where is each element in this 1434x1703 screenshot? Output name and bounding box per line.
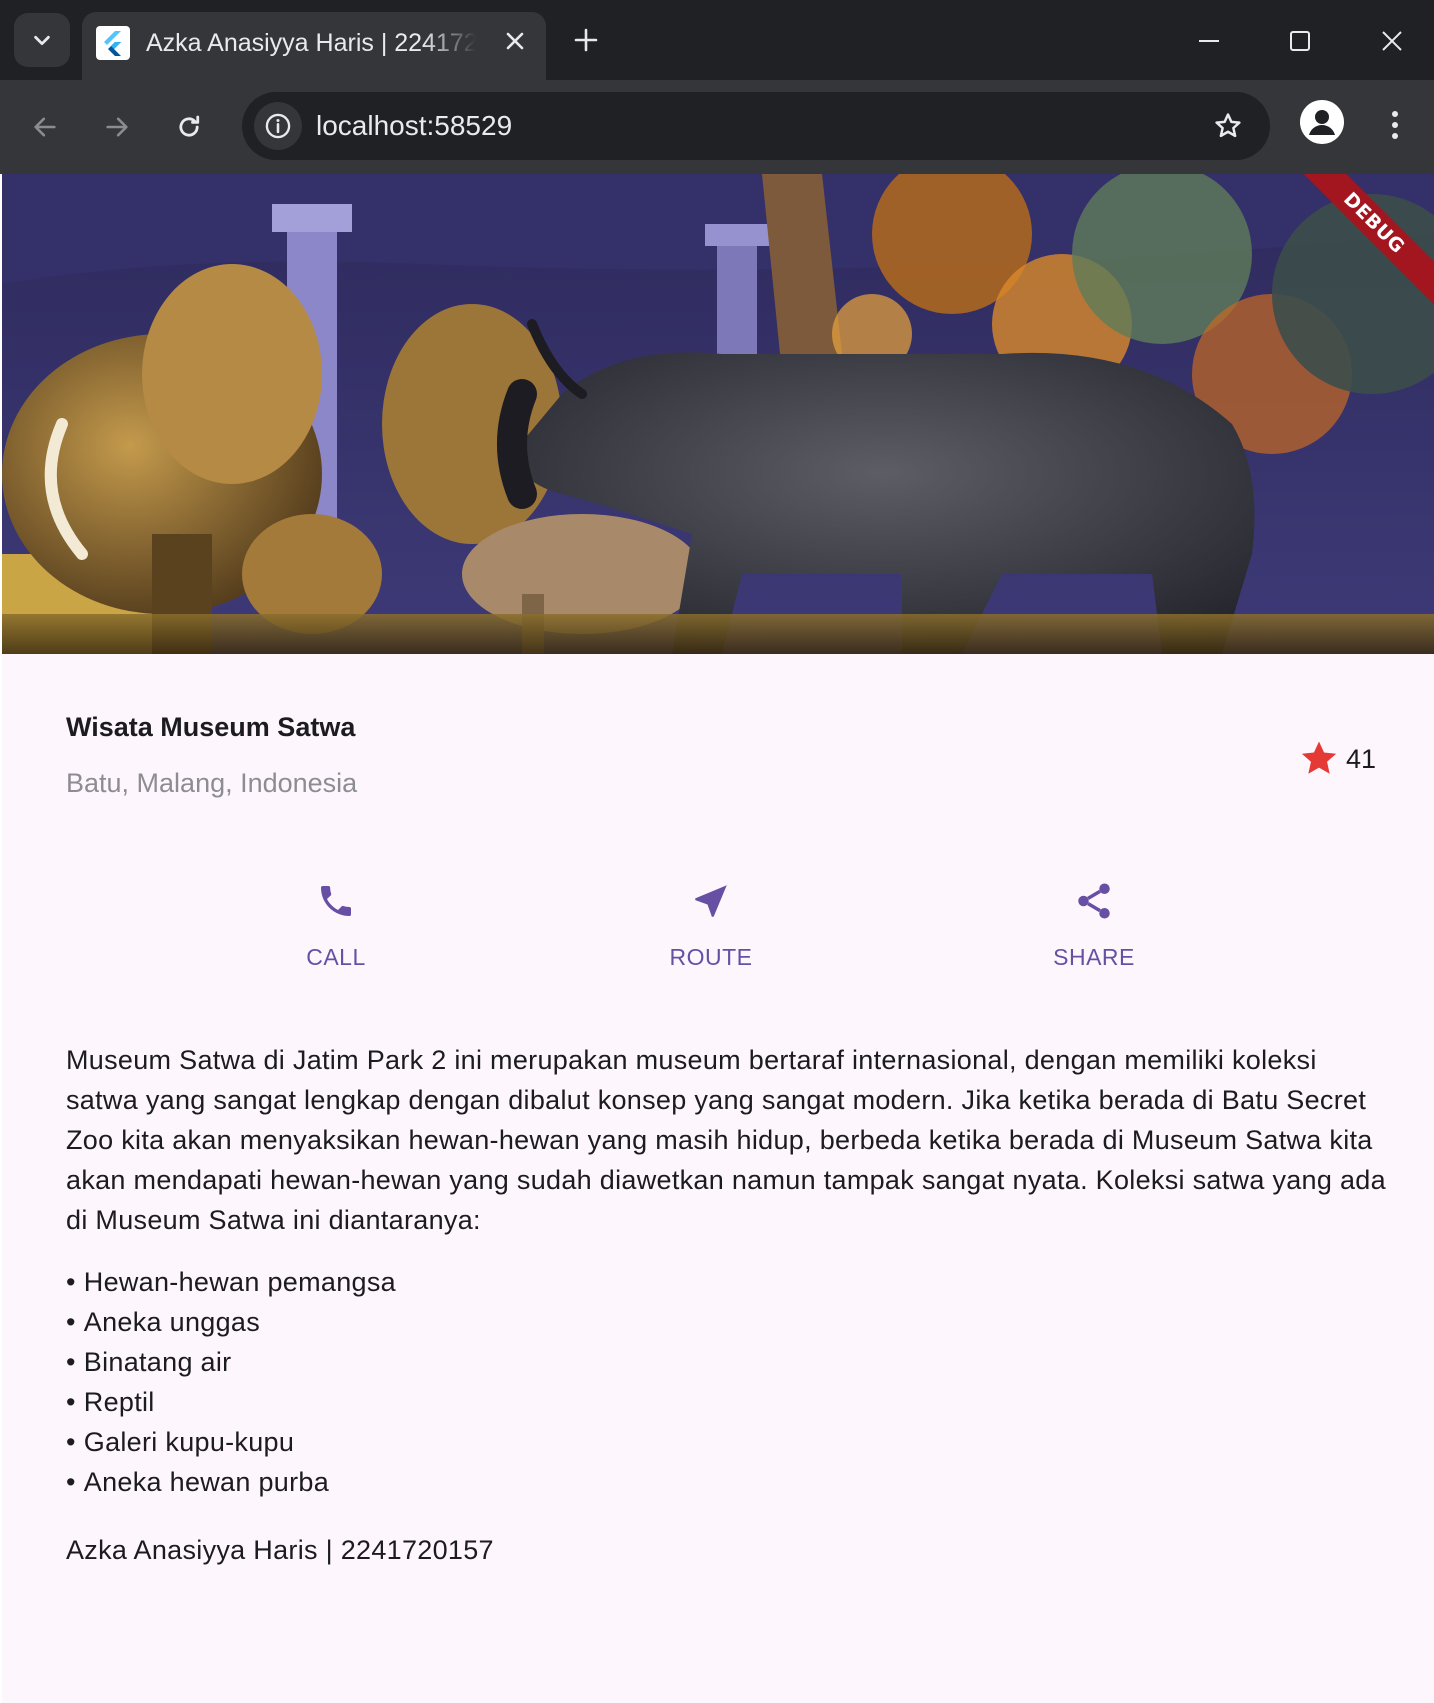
share-label: SHARE (1053, 944, 1135, 970)
close-icon (506, 32, 524, 50)
share-icon (1071, 878, 1117, 924)
route-label: ROUTE (669, 944, 753, 970)
place-location: Batu, Malang, Indonesia (66, 768, 358, 798)
profile-button[interactable] (1300, 100, 1344, 144)
maximize-icon (1290, 31, 1310, 51)
route-button[interactable]: ROUTE (611, 874, 811, 984)
back-button[interactable] (20, 102, 70, 152)
close-icon (1382, 31, 1402, 51)
navigation-icon (688, 878, 734, 924)
collection-list: Hewan-hewan pemangsa Aneka unggas Binata… (66, 1262, 1066, 1502)
description-text: Museum Satwa di Jatim Park 2 ini merupak… (66, 1045, 1386, 1235)
place-title: Wisata Museum Satwa (66, 712, 356, 742)
minimize-button[interactable] (1186, 18, 1232, 64)
app-page: DEBUG Wisata Museum Satwa Batu, Malang, … (2, 174, 1434, 1703)
share-button[interactable]: SHARE (994, 874, 1194, 984)
list-item: Binatang air (66, 1342, 1066, 1382)
star-icon (1301, 741, 1337, 774)
tab-strip: Azka Anasiyya Haris | 2241720157 (0, 0, 1434, 80)
rating: 41 (1298, 738, 1376, 780)
rating-count: 41 (1345, 743, 1376, 774)
list-item: Aneka hewan purba (66, 1462, 1066, 1502)
reload-button[interactable] (164, 102, 214, 152)
bookmark-button[interactable] (1208, 106, 1248, 146)
list-item: Hewan-hewan pemangsa (66, 1262, 1066, 1302)
person-icon (1300, 100, 1344, 144)
call-button[interactable]: CALL (236, 874, 436, 984)
more-vert-icon (1392, 111, 1398, 139)
forward-button[interactable] (92, 102, 142, 152)
close-tab-button[interactable] (498, 24, 532, 58)
reload-icon (179, 115, 200, 137)
title-section: Wisata Museum Satwa Batu, Malang, Indone… (66, 710, 1376, 820)
browser-menu-button[interactable] (1380, 100, 1410, 150)
arrow-left-icon (34, 117, 56, 137)
browser-chrome: Azka Anasiyya Haris | 2241720157 (0, 0, 1434, 174)
call-label: CALL (306, 944, 366, 970)
url-text: localhost:58529 (316, 110, 513, 141)
active-tab[interactable]: Azka Anasiyya Haris | 2241720157 (82, 12, 546, 80)
hero-image: DEBUG (2, 174, 1434, 654)
action-buttons: CALL ROUTE SHARE (2, 874, 1434, 994)
close-window-button[interactable] (1369, 18, 1415, 64)
browser-toolbar: localhost:58529 (0, 80, 1434, 174)
info-icon (265, 113, 291, 139)
list-item: Galeri kupu-kupu (66, 1422, 1066, 1462)
new-tab-button[interactable] (566, 20, 606, 60)
minimize-icon (1199, 40, 1219, 42)
phone-icon (313, 878, 359, 924)
list-item: Reptil (66, 1382, 1066, 1422)
flutter-icon (96, 26, 130, 60)
tab-title: Azka Anasiyya Haris | 2241720157 (146, 29, 476, 57)
tab-search-button[interactable] (14, 13, 70, 67)
chevron-down-icon (34, 35, 50, 46)
arrow-right-icon (106, 117, 128, 137)
author-footer: Azka Anasiyya Haris | 2241720157 (66, 1535, 494, 1565)
list-item: Aneka unggas (66, 1302, 1066, 1342)
address-bar[interactable]: localhost:58529 (242, 92, 1270, 160)
site-info-button[interactable] (254, 102, 302, 150)
star-outline-icon (1215, 113, 1241, 138)
maximize-button[interactable] (1277, 18, 1323, 64)
plus-icon (574, 28, 598, 52)
